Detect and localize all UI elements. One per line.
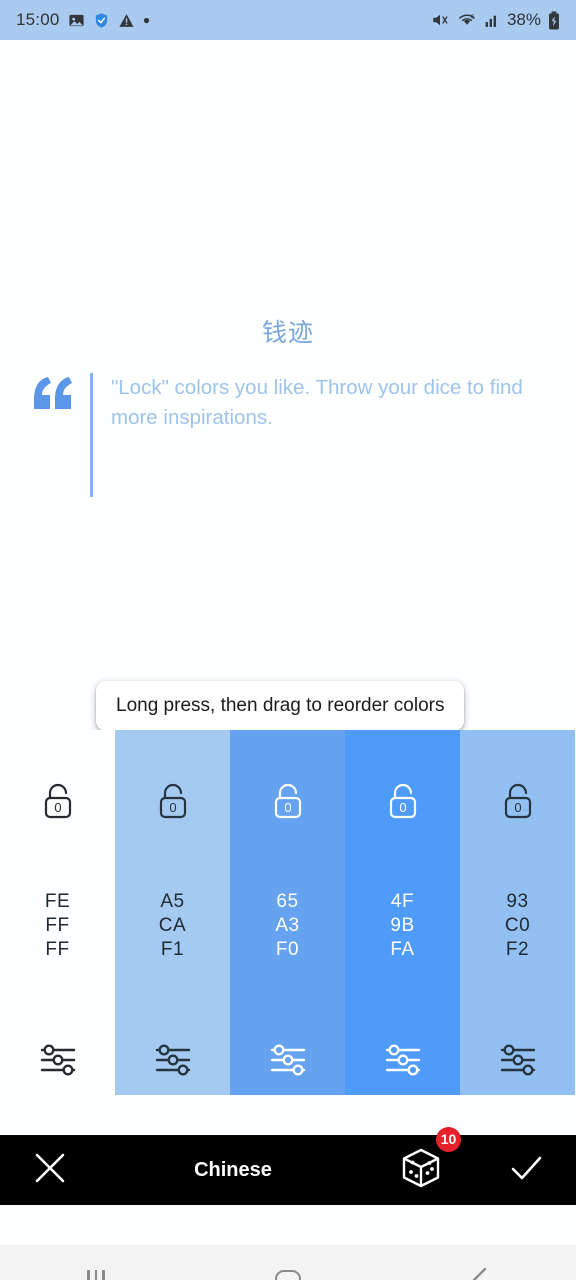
status-time: 15:00	[16, 10, 60, 29]
dice-count-badge: 10	[436, 1126, 461, 1152]
signal-icon	[484, 12, 500, 29]
main-content: 钱迹 "Lock" colors you like. Throw your di…	[0, 40, 576, 1280]
hex-line-3: F1	[160, 939, 185, 960]
shield-check-icon	[93, 12, 110, 29]
palette-name: Chinese	[194, 1158, 272, 1181]
reorder-tooltip: Long press, then drag to reorder colors	[96, 681, 465, 745]
color-palette: 0 FE FF FF 0 A5 CA F1 0 65 A3 F0 0 4F 9B…	[0, 730, 576, 1095]
hex-value: 93 C0 F2	[460, 890, 575, 962]
hex-line-1: 65	[276, 891, 299, 912]
tune-icon[interactable]	[345, 1042, 460, 1078]
lock-count: 0	[514, 800, 521, 815]
quote-mark-icon	[32, 373, 74, 416]
android-nav-bar	[0, 1245, 576, 1280]
shuffle-dice-button[interactable]: 10	[366, 1126, 476, 1196]
color-swatch-3[interactable]: 0 4F 9B FA	[345, 730, 460, 1095]
back-button[interactable]	[384, 1266, 576, 1280]
lock-open-icon[interactable]: 0	[460, 780, 575, 824]
hex-line-1: A5	[160, 891, 185, 912]
lock-count: 0	[54, 800, 61, 815]
battery-charging-icon	[548, 10, 560, 30]
hex-line-3: FA	[390, 939, 415, 960]
hex-line-2: FF	[45, 915, 70, 936]
hex-line-3: F2	[505, 939, 530, 960]
quote-divider	[90, 373, 93, 497]
status-bar-left: 15:00	[16, 10, 150, 30]
hex-value: A5 CA F1	[115, 890, 230, 962]
tooltip-bubble: Long press, then drag to reorder colors	[96, 681, 465, 745]
quote-text: "Lock" colors you like. Throw your dice …	[111, 376, 523, 429]
status-bar-right: 6 38%	[430, 10, 560, 30]
hex-line-2: A3	[275, 915, 300, 936]
hex-line-1: 93	[506, 891, 529, 912]
mute-icon	[430, 11, 450, 29]
close-icon	[32, 1150, 68, 1191]
close-button[interactable]	[0, 1150, 100, 1191]
lock-count: 0	[399, 800, 406, 815]
check-icon	[507, 1149, 545, 1192]
wifi-icon: 6	[457, 11, 477, 29]
hex-value: 65 A3 F0	[230, 890, 345, 962]
hex-line-1: FE	[44, 891, 71, 912]
battery-percent: 38%	[506, 10, 541, 29]
recents-button[interactable]	[0, 1269, 192, 1280]
color-swatch-1[interactable]: 0 A5 CA F1	[115, 730, 230, 1095]
hex-line-2: CA	[158, 915, 187, 936]
quote-block: "Lock" colors you like. Throw your dice …	[32, 373, 546, 497]
dice-icon	[398, 1145, 444, 1196]
hex-line-2: 9B	[390, 915, 415, 936]
home-icon	[275, 1269, 301, 1280]
color-swatch-0[interactable]: 0 FE FF FF	[0, 730, 115, 1095]
home-button[interactable]	[192, 1269, 384, 1280]
page-title: 钱迹	[261, 319, 314, 347]
lock-count: 0	[284, 800, 291, 815]
tune-icon[interactable]	[460, 1042, 575, 1078]
color-swatch-4[interactable]: 0 93 C0 F2	[460, 730, 575, 1095]
tooltip-text: Long press, then drag to reorder colors	[116, 695, 445, 716]
recents-icon	[87, 1269, 105, 1280]
action-bar: Chinese 10	[0, 1126, 576, 1205]
lock-open-icon[interactable]: 0	[345, 780, 460, 824]
lock-open-icon[interactable]: 0	[230, 780, 345, 824]
confirm-button[interactable]	[476, 1149, 576, 1192]
hex-line-1: 4F	[390, 891, 415, 912]
back-icon	[467, 1266, 493, 1280]
image-icon	[68, 12, 85, 29]
dot-icon	[143, 17, 150, 24]
warning-icon	[118, 12, 135, 29]
lock-count: 0	[169, 800, 176, 815]
hex-value: FE FF FF	[0, 890, 115, 962]
lock-open-icon[interactable]: 0	[0, 780, 115, 824]
tune-icon[interactable]	[230, 1042, 345, 1078]
lock-open-icon[interactable]: 0	[115, 780, 230, 824]
hex-line-3: F0	[275, 939, 300, 960]
status-bar: 15:00 6 38%	[0, 0, 576, 40]
color-swatch-2[interactable]: 0 65 A3 F0	[230, 730, 345, 1095]
hex-value: 4F 9B FA	[345, 890, 460, 962]
tune-icon[interactable]	[0, 1042, 115, 1078]
hex-line-2: C0	[504, 915, 531, 936]
tune-icon[interactable]	[115, 1042, 230, 1078]
hex-line-3: FF	[45, 939, 70, 960]
